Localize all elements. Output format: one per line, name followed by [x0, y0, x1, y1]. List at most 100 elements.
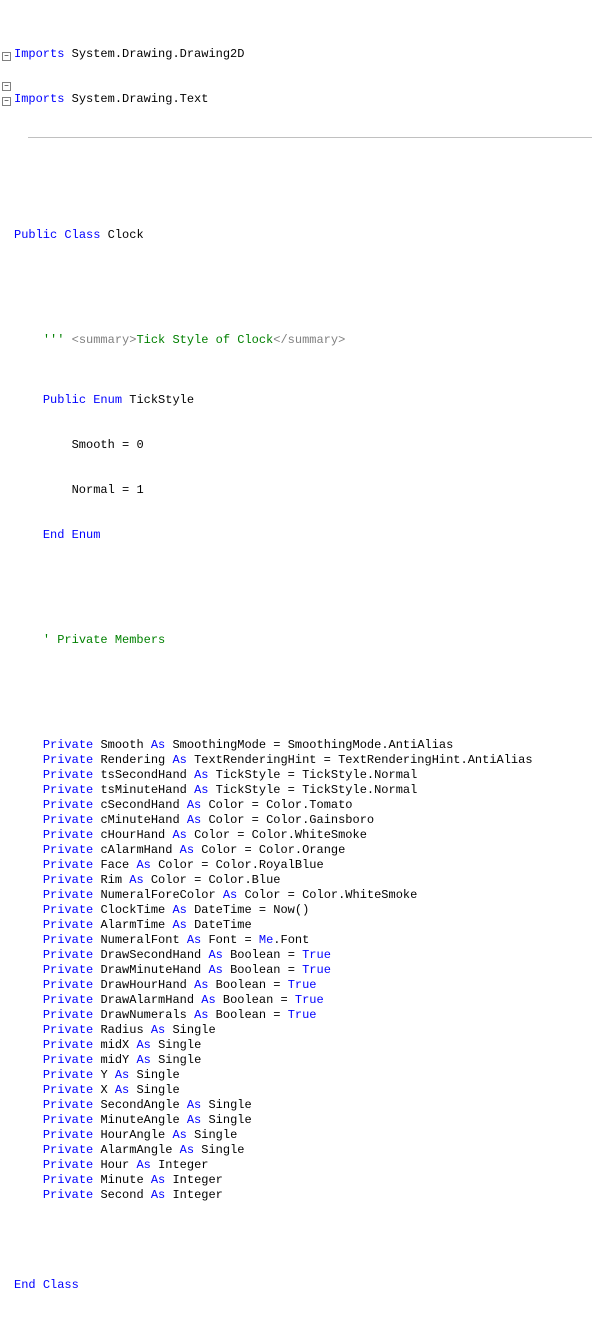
code-line: Private NumeralForeColor As Color = Colo… — [14, 888, 592, 903]
keyword: As — [172, 753, 186, 767]
code-line: Imports System.Drawing.Text — [14, 92, 592, 107]
code-line: Private cAlarmHand As Color = Color.Oran… — [14, 843, 592, 858]
code-line: Private DrawSecondHand As Boolean = True — [14, 948, 592, 963]
keyword: Private — [43, 933, 93, 947]
keyword: As — [136, 1053, 150, 1067]
var-name: DrawAlarmHand — [100, 993, 194, 1007]
keyword: As — [115, 1068, 129, 1082]
keyword: As — [201, 993, 215, 1007]
keyword: Private — [43, 828, 93, 842]
keyword: As — [136, 1158, 150, 1172]
keyword: Private — [43, 978, 93, 992]
keyword: Imports — [14, 47, 64, 61]
code-line: Private DrawHourHand As Boolean = True — [14, 978, 592, 993]
type-name: Single — [194, 1128, 237, 1142]
keyword: As — [136, 1038, 150, 1052]
xml-doc-line: ''' <summary>Tick Style of Clock</summar… — [14, 333, 592, 348]
keyword: Private — [43, 1008, 93, 1022]
code-line: Private Smooth As SmoothingMode = Smooth… — [14, 738, 592, 753]
var-name: Hour — [100, 1158, 129, 1172]
type-name: Boolean — [216, 1008, 266, 1022]
code-area[interactable]: Imports System.Drawing.Drawing2D Imports… — [14, 2, 592, 1323]
keyword: Private — [43, 1053, 93, 1067]
var-name: NumeralFont — [100, 933, 179, 947]
keyword: Private — [43, 1098, 93, 1112]
code-line: Imports System.Drawing.Drawing2D — [14, 47, 592, 62]
comment-line: ' Private Members — [14, 633, 592, 648]
fold-gutter — [0, 2, 14, 1323]
code-line: Private Rim As Color = Color.Blue — [14, 873, 592, 888]
var-name: cMinuteHand — [100, 813, 179, 827]
code-line: Private midY As Single — [14, 1053, 592, 1068]
code-line: Private Y As Single — [14, 1068, 592, 1083]
keyword: Private — [43, 1128, 93, 1142]
keyword: Imports — [14, 92, 64, 106]
var-name: midY — [100, 1053, 129, 1067]
type-name: Color — [208, 813, 244, 827]
keyword: As — [187, 798, 201, 812]
code-line: Private Minute As Integer — [14, 1173, 592, 1188]
keyword: As — [151, 1188, 165, 1202]
class-name: Clock — [108, 228, 144, 242]
type-name: Integer — [172, 1188, 222, 1202]
keyword: As — [129, 873, 143, 887]
type-name: Font — [208, 933, 237, 947]
var-name: AlarmAngle — [100, 1143, 172, 1157]
var-name: SecondAngle — [100, 1098, 179, 1112]
keyword: Private — [43, 1083, 93, 1097]
keyword: As — [208, 948, 222, 962]
keyword: Private — [43, 783, 93, 797]
type-name: Single — [136, 1083, 179, 1097]
code-line: Private tsSecondHand As TickStyle = Tick… — [14, 768, 592, 783]
fold-toggle[interactable] — [2, 97, 11, 106]
code-line: End Enum — [14, 528, 592, 543]
keyword: Private — [43, 963, 93, 977]
type-name: Color — [201, 843, 237, 857]
code-line: Private tsMinuteHand As TickStyle = Tick… — [14, 783, 592, 798]
type-name: TickStyle — [216, 783, 281, 797]
fold-toggle[interactable] — [2, 82, 11, 91]
code-line: Public Enum TickStyle — [14, 393, 592, 408]
keyword: Private — [43, 813, 93, 827]
var-name: cSecondHand — [100, 798, 179, 812]
code-line: Normal = 1 — [14, 483, 592, 498]
var-name: AlarmTime — [100, 918, 165, 932]
type-name: Single — [172, 1023, 215, 1037]
keyword: Private — [43, 1038, 93, 1052]
keyword: Private — [43, 888, 93, 902]
var-name: Minute — [100, 1173, 143, 1187]
type-name: SmoothingMode — [172, 738, 266, 752]
keyword: As — [172, 903, 186, 917]
keyword: As — [151, 738, 165, 752]
code-line: Private cHourHand As Color = Color.White… — [14, 828, 592, 843]
keyword: Private — [43, 753, 93, 767]
keyword: As — [187, 933, 201, 947]
code-line: Private DrawNumerals As Boolean = True — [14, 1008, 592, 1023]
var-name: Smooth — [100, 738, 143, 752]
keyword: Private — [43, 1068, 93, 1082]
code-line: Private HourAngle As Single — [14, 1128, 592, 1143]
code-line: Private AlarmTime As DateTime — [14, 918, 592, 933]
keyword: Private — [43, 1113, 93, 1127]
type-name: TextRenderingHint — [194, 753, 316, 767]
keyword: As — [187, 1113, 201, 1127]
keyword: As — [187, 813, 201, 827]
fold-toggle[interactable] — [2, 52, 11, 61]
keyword: As — [151, 1023, 165, 1037]
code-line: Public Class Clock — [14, 228, 592, 243]
code-line: Private cMinuteHand As Color = Color.Gai… — [14, 813, 592, 828]
keyword: Private — [43, 873, 93, 887]
code-line: Private Hour As Integer — [14, 1158, 592, 1173]
code-line: End Class — [14, 1278, 592, 1293]
keyword: Private — [43, 858, 93, 872]
var-name: midX — [100, 1038, 129, 1052]
var-name: tsMinuteHand — [100, 783, 186, 797]
var-name: X — [100, 1083, 107, 1097]
type-name: Color — [158, 858, 194, 872]
separator — [28, 137, 592, 138]
type-name: DateTime — [194, 918, 252, 932]
keyword: As — [172, 918, 186, 932]
code-editor: Imports System.Drawing.Drawing2D Imports… — [0, 2, 592, 1323]
keyword: As — [187, 1098, 201, 1112]
var-name: ClockTime — [100, 903, 165, 917]
